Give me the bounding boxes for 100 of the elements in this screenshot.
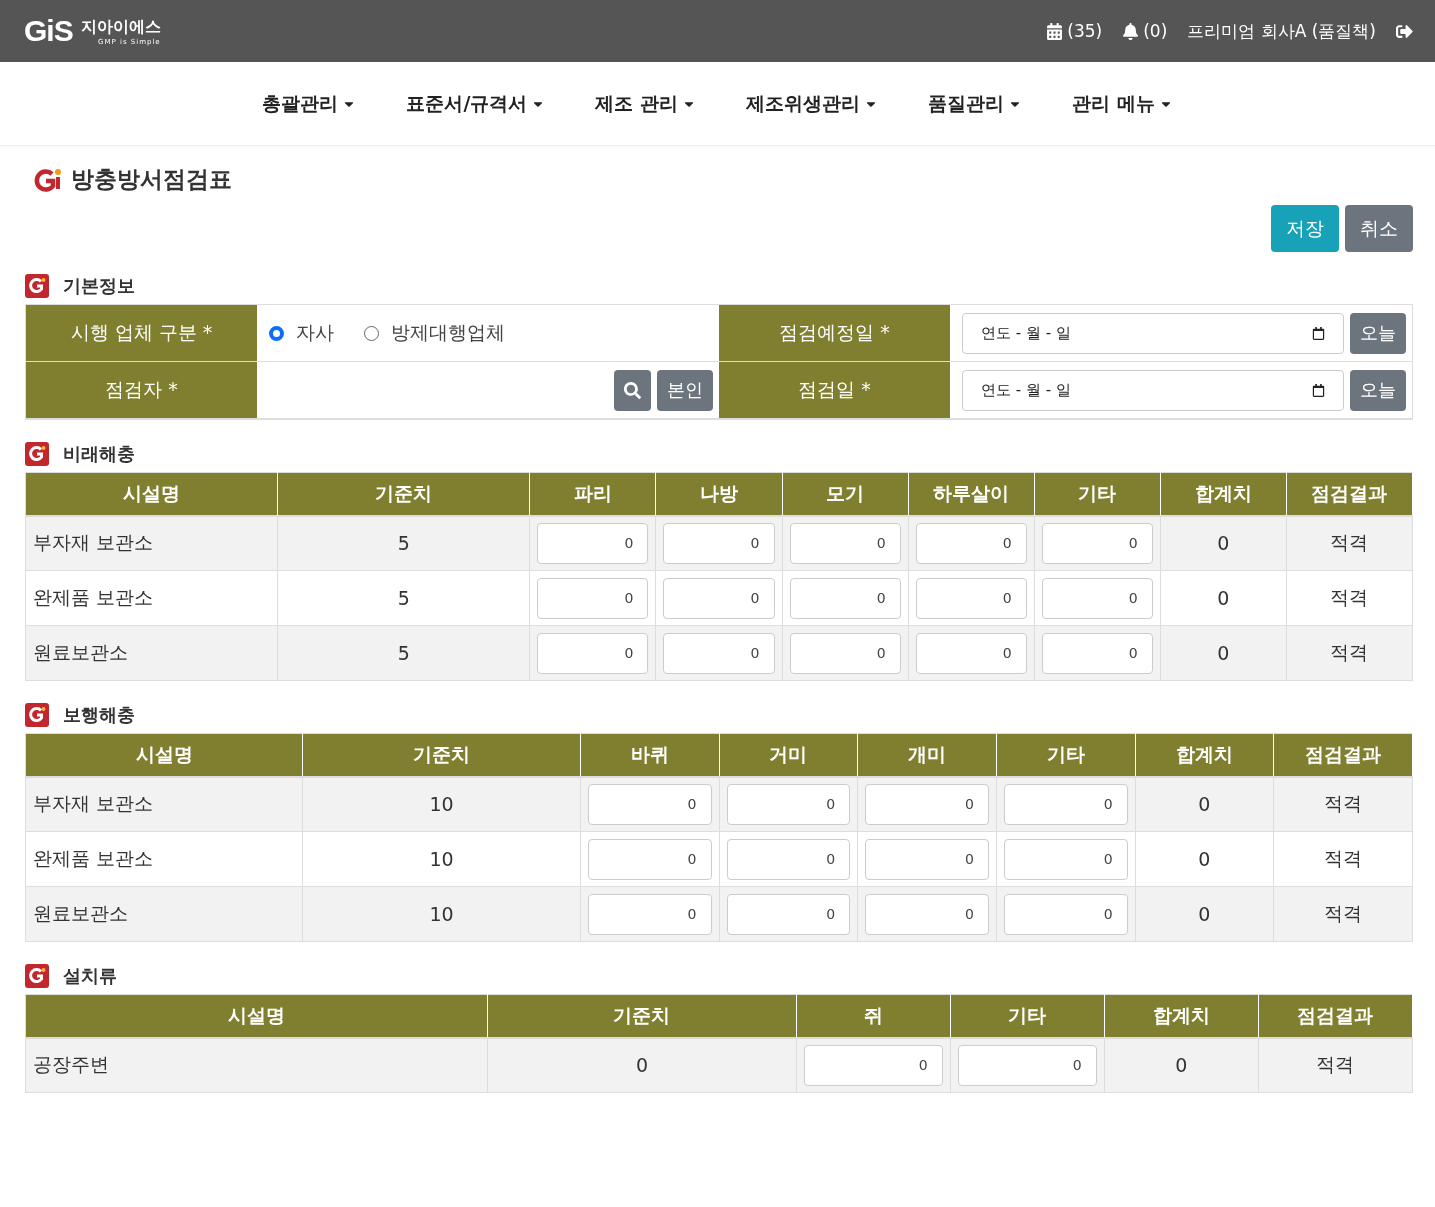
count-input[interactable]: 0	[1041, 632, 1153, 674]
search-button[interactable]	[614, 369, 651, 411]
count-input[interactable]: 0	[663, 577, 775, 619]
count-input[interactable]: 0	[1041, 577, 1153, 619]
column-header: 쥐	[796, 994, 951, 1038]
section-title: 보행해충	[63, 703, 135, 727]
table-cell: 0	[487, 1037, 797, 1093]
count-input[interactable]: 0	[537, 632, 649, 674]
column-header: 시설명	[25, 733, 303, 777]
table-cell: 완제품 보관소	[25, 831, 303, 887]
column-header: 나방	[655, 472, 783, 516]
column-header: 점검결과	[1258, 994, 1413, 1038]
table-cell: 적격	[1273, 776, 1413, 832]
nav-menu-item[interactable]: 표준서/규격서	[406, 90, 546, 117]
count-input[interactable]: 0	[663, 522, 775, 564]
count-input[interactable]: 0	[1003, 838, 1128, 880]
section-title: 기본정보	[63, 274, 135, 298]
calendar-icon	[1046, 22, 1064, 40]
today-button[interactable]: 오늘	[1350, 369, 1406, 411]
count-input[interactable]: 0	[1003, 893, 1128, 935]
count-input[interactable]: 0	[726, 893, 851, 935]
nav-menu-item[interactable]: 관리 메뉴	[1071, 90, 1173, 117]
column-header: 기준치	[277, 472, 530, 516]
count-input[interactable]: 0	[865, 783, 989, 825]
table-cell: 0	[1135, 886, 1274, 942]
count-input[interactable]: 0	[789, 632, 901, 674]
table-cell: 0	[1104, 1037, 1259, 1093]
logout-icon[interactable]	[1396, 22, 1413, 40]
table-cell: 부자재 보관소	[25, 776, 303, 832]
column-header: 점검결과	[1286, 472, 1413, 516]
calendar-icon	[1312, 326, 1325, 340]
section-title: 설치류	[63, 964, 117, 988]
nav-menu-item[interactable]: 총괄관리	[262, 90, 357, 117]
calendar-link[interactable]: (35)	[1046, 21, 1103, 41]
cancel-button[interactable]: 취소	[1345, 205, 1413, 252]
column-header: 기준치	[302, 733, 581, 777]
field-label: 점검예정일 *	[719, 305, 950, 362]
count-input[interactable]: 0	[587, 838, 712, 880]
logo-name: 지아이에스	[80, 16, 161, 38]
notification-link[interactable]: (0)	[1122, 21, 1168, 41]
table-cell: 적격	[1286, 625, 1413, 681]
count-input[interactable]: 0	[1041, 522, 1153, 564]
column-header: 기타	[996, 733, 1136, 777]
date-field[interactable]: 연도 - 월 - 일	[962, 369, 1344, 411]
table-cell: 5	[277, 515, 530, 571]
column-header: 모기	[782, 472, 909, 516]
column-header: 점검결과	[1273, 733, 1413, 777]
count-input[interactable]: 0	[537, 522, 649, 564]
count-input[interactable]: 0	[726, 783, 851, 825]
self-button[interactable]: 본인	[657, 369, 713, 411]
count-input[interactable]: 0	[915, 577, 1027, 619]
count-input[interactable]: 0	[789, 522, 901, 564]
column-header: 거미	[719, 733, 858, 777]
column-header: 기타	[950, 994, 1105, 1038]
count-input[interactable]: 0	[663, 632, 775, 674]
column-header: 하루살이	[908, 472, 1035, 516]
user-name: 프리미엄 회사A (품질책)	[1187, 19, 1376, 43]
count-input[interactable]: 0	[1003, 783, 1128, 825]
radio-option[interactable]: 방제대행업체	[364, 320, 505, 346]
field-label: 점검자 *	[26, 362, 257, 419]
count-input[interactable]: 0	[789, 577, 901, 619]
count-input[interactable]: 0	[803, 1044, 943, 1086]
count-input[interactable]: 0	[957, 1044, 1097, 1086]
count-input[interactable]: 0	[587, 783, 712, 825]
count-input[interactable]: 0	[537, 577, 649, 619]
count-input[interactable]: 0	[865, 893, 989, 935]
section-title: 비래해충	[63, 442, 135, 466]
table-cell: 적격	[1273, 831, 1413, 887]
column-header: 시설명	[25, 472, 278, 516]
column-header: 기타	[1034, 472, 1161, 516]
count-input[interactable]: 0	[865, 838, 989, 880]
table-cell: 5	[277, 625, 530, 681]
count-input[interactable]: 0	[726, 838, 851, 880]
nav-menu-item[interactable]: 제조위생관리	[745, 90, 878, 117]
table-cell: 적격	[1286, 515, 1413, 571]
nav-menu-item[interactable]: 제조 관리	[595, 90, 696, 117]
table-cell: 적격	[1273, 886, 1413, 942]
table-cell: 적격	[1258, 1037, 1413, 1093]
column-header: 기준치	[487, 994, 797, 1038]
logo-icon	[33, 166, 63, 193]
table-cell: 0	[1135, 831, 1274, 887]
today-button[interactable]: 오늘	[1350, 312, 1406, 354]
column-header: 합계치	[1135, 733, 1274, 777]
nav-menu-item[interactable]: 품질관리	[927, 90, 1022, 117]
table-cell: 10	[302, 776, 581, 832]
search-icon	[624, 381, 641, 399]
column-header: 개미	[857, 733, 997, 777]
table-cell: 0	[1160, 625, 1287, 681]
count-input[interactable]: 0	[587, 893, 712, 935]
bell-icon	[1122, 22, 1140, 40]
column-header: 바퀴	[580, 733, 719, 777]
date-field[interactable]: 연도 - 월 - 일	[962, 312, 1344, 354]
count-input[interactable]: 0	[915, 632, 1027, 674]
table-cell: 원료보관소	[25, 625, 278, 681]
count-input[interactable]: 0	[915, 522, 1027, 564]
field-label: 점검일 *	[719, 362, 950, 419]
radio-option[interactable]: 자사	[269, 320, 334, 346]
page-title: 방충방서점검표	[71, 165, 232, 194]
column-header: 파리	[529, 472, 656, 516]
table-cell: 10	[302, 831, 581, 887]
